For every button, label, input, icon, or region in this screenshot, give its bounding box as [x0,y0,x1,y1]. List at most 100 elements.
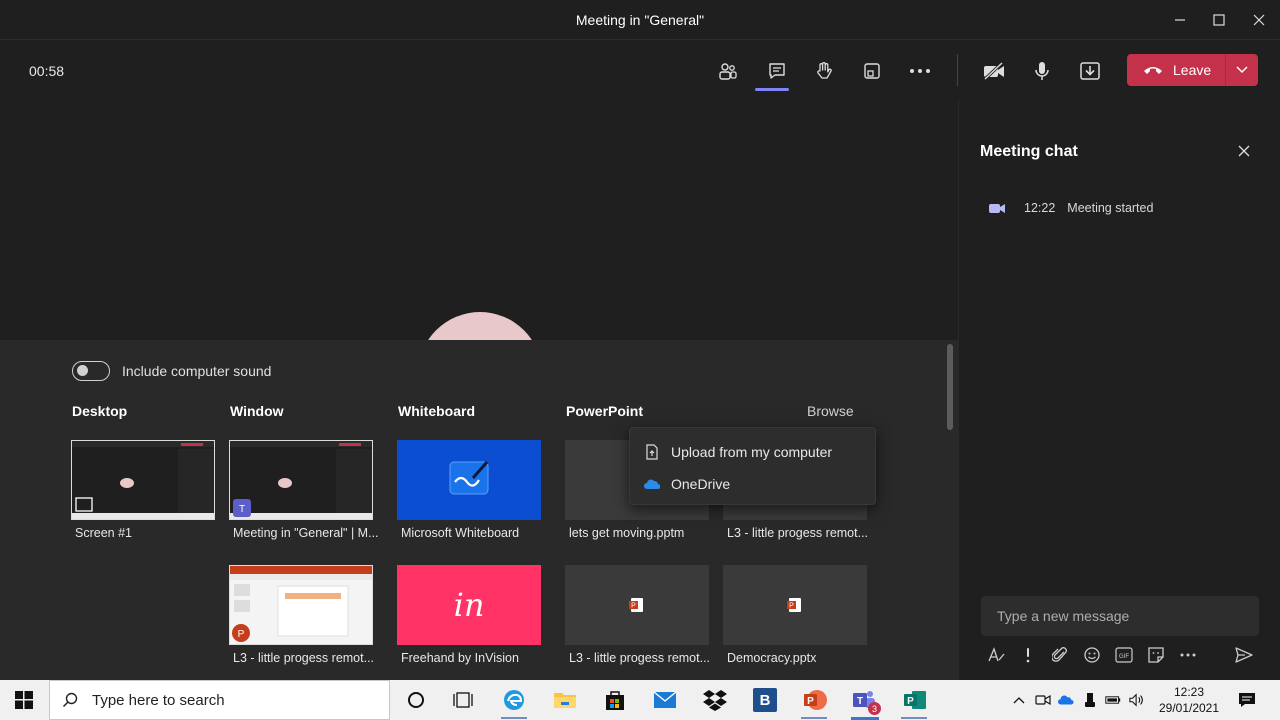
important-button[interactable] [1018,645,1038,665]
more-actions-button[interactable] [907,58,933,84]
search-icon [62,692,78,708]
file-explorer-app[interactable] [551,686,579,714]
section-window: Window [230,403,284,419]
leave-button[interactable]: Leave [1127,54,1225,86]
invision-tile[interactable]: in [397,565,541,645]
leave-button-group: Leave [1127,54,1258,86]
windows-logo-icon [15,691,33,709]
screen-thumbnail [72,441,214,519]
search-placeholder: Type here to search [92,691,225,709]
invision-tile-label: Freehand by InVision [401,651,519,665]
chat-message-input[interactable]: Type a new message [981,596,1259,636]
svg-text:T: T [857,696,863,707]
send-icon [1235,647,1253,663]
share-tray-icon [1080,62,1100,80]
taskbar-search-box[interactable]: Type here to search [49,680,390,720]
participants-button[interactable] [715,58,741,84]
b-app[interactable]: B [751,686,779,714]
emoji-icon [1084,647,1100,663]
mail-app[interactable] [651,686,679,714]
format-icon [988,647,1005,662]
ppt-tile-4[interactable]: P [723,565,867,645]
browse-button[interactable]: Browse [807,403,854,419]
clock-time: 12:23 [1173,685,1205,699]
onedrive-icon [644,476,660,492]
share-tray: Include computer sound Desktop Window Wh… [0,340,958,680]
chat-close-button[interactable] [1235,142,1253,160]
chat-event: 12:22 Meeting started [988,201,1153,215]
store-app[interactable] [601,686,629,714]
include-sound-toggle[interactable] [72,361,110,381]
dropbox-app[interactable] [701,686,729,714]
send-button[interactable] [1234,645,1254,665]
edge-running-indicator [501,717,527,719]
format-button[interactable] [986,645,1006,665]
cortana-button[interactable] [402,686,430,714]
chat-event-time: 12:22 [1024,201,1056,215]
taskbar-clock[interactable]: 12:23 29/01/2021 [1150,684,1228,716]
screen-tile[interactable] [71,440,215,520]
more-compose-options-button[interactable] [1178,645,1198,665]
publisher-app[interactable]: P [901,686,929,714]
raise-hand-icon [817,62,832,79]
speaker-icon [1129,693,1143,707]
store-icon [606,691,624,710]
exclamation-icon [1026,648,1030,663]
attach-button[interactable] [1050,645,1070,665]
chevron-up-icon [1013,697,1025,704]
task-view-button[interactable] [449,686,477,714]
folder-icon [554,693,576,708]
ppt-window-tile[interactable]: P [229,565,373,645]
ppt-window-thumbnail: P [230,566,372,642]
powerpoint-app[interactable]: P [801,686,829,714]
publisher-icon: P [904,691,926,709]
close-icon [1253,14,1265,26]
share-content-button[interactable] [1077,58,1103,84]
section-whiteboard: Whiteboard [398,403,475,419]
edge-app[interactable] [500,686,528,714]
emoji-button[interactable] [1082,645,1102,665]
upload-from-computer-item[interactable]: Upload from my computer [644,441,832,463]
windows-taskbar: Type here to search B P T 3 P 12:23 29/0… [0,680,1280,720]
b-app-icon: B [753,688,777,712]
show-hidden-icons-button[interactable] [1011,692,1027,708]
ms-whiteboard-tile[interactable] [397,440,541,520]
action-center-button[interactable] [1238,691,1256,709]
breakout-rooms-button[interactable] [859,58,885,84]
maximize-button[interactable] [1207,8,1231,32]
meeting-window-tile[interactable]: T [229,440,373,520]
onedrive-tray[interactable] [1058,692,1074,708]
usb-tray[interactable] [1082,692,1098,708]
battery-tray[interactable] [1105,692,1121,708]
microphone-icon [1035,62,1049,80]
gif-button[interactable]: GIF [1114,645,1134,665]
camera-off-icon [983,61,1004,81]
raise-hand-button[interactable] [811,58,837,84]
close-window-button[interactable] [1247,8,1271,32]
volume-tray[interactable] [1129,692,1145,708]
cortana-icon [408,692,424,708]
share-tray-scrollbar[interactable] [947,344,953,430]
chat-icon [769,63,785,79]
toolbar-separator [957,54,958,86]
chat-title: Meeting chat [980,143,1078,160]
chat-compose-toolbar: GIF [986,645,1256,665]
meet-now-tray[interactable] [1035,692,1051,708]
onedrive-item[interactable]: OneDrive [644,473,730,495]
leave-options-dropdown[interactable] [1225,54,1258,86]
ppt-tile-3[interactable]: P [565,565,709,645]
chat-button[interactable] [755,58,790,91]
teams-app[interactable]: T 3 [851,686,881,715]
powerpoint-icon: P [804,690,827,710]
ppt-tile-3-label: L3 - little progess remot... [569,651,711,665]
close-icon [1238,145,1250,157]
start-button[interactable] [10,686,38,714]
ppt-tile-2-label: L3 - little progess remot... [727,526,869,540]
microphone-button[interactable] [1029,58,1055,84]
leave-label: Leave [1173,62,1212,78]
notification-icon [1239,693,1255,707]
powerpoint-file-icon: P [787,598,801,612]
minimize-button[interactable] [1168,8,1192,32]
camera-toggle-button[interactable] [981,58,1007,84]
sticker-button[interactable] [1146,645,1166,665]
